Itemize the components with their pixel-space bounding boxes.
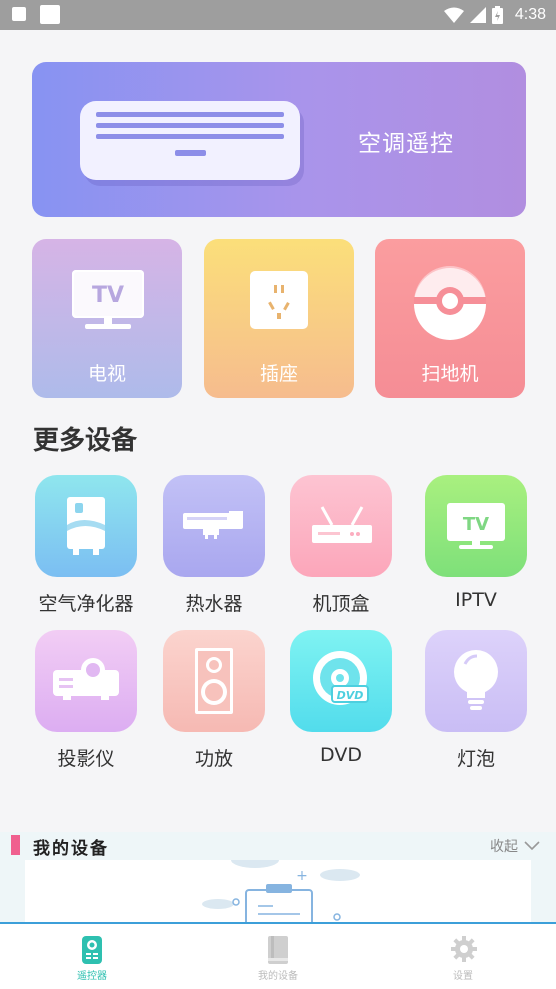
tv-card-label: 电视 bbox=[87, 363, 126, 385]
bottom-tab-bar: 遥控器 我的设备 设置 bbox=[0, 922, 556, 989]
collapse-toggle[interactable]: 收起 bbox=[490, 836, 540, 856]
tab-remote[interactable]: 遥控器 bbox=[32, 924, 152, 989]
my-devices-empty-state: + bbox=[25, 852, 531, 924]
air-conditioner-icon bbox=[80, 101, 300, 180]
device-label: 功放 bbox=[194, 748, 233, 770]
device-iptv[interactable]: TV IPTV bbox=[424, 475, 528, 611]
device-label: 热水器 bbox=[185, 593, 243, 615]
my-devices-section: 我的设备 收起 + bbox=[0, 832, 556, 924]
signal-icon bbox=[469, 7, 486, 23]
book-icon bbox=[268, 936, 288, 964]
device-label: 投影仪 bbox=[57, 748, 115, 770]
water-heater-icon bbox=[183, 511, 243, 539]
status-bar: 4:38 bbox=[0, 0, 556, 30]
svg-text:TV: TV bbox=[463, 514, 489, 535]
battery-icon bbox=[491, 6, 503, 24]
my-devices-title: 我的设备 bbox=[33, 839, 109, 859]
device-label: 空气净化器 bbox=[38, 593, 134, 615]
tv-card[interactable]: TV 电视 bbox=[32, 239, 182, 398]
more-devices-title: 更多设备 bbox=[33, 426, 138, 456]
clipboard-illustration-icon: + bbox=[202, 852, 360, 924]
svg-text:+: + bbox=[296, 868, 308, 884]
device-amplifier[interactable]: 功放 bbox=[162, 630, 266, 771]
device-light-bulb[interactable]: 灯泡 bbox=[424, 630, 528, 771]
device-label: DVD bbox=[320, 744, 362, 766]
dvd-icon: DVD bbox=[313, 651, 369, 705]
device-water-heater[interactable]: 热水器 bbox=[162, 475, 266, 616]
socket-card-label: 插座 bbox=[259, 363, 298, 385]
device-air-purifier[interactable]: 空气净化器 bbox=[34, 475, 138, 616]
remote-icon bbox=[82, 936, 102, 964]
socket-card[interactable]: 插座 bbox=[204, 239, 354, 398]
status-time: 4:38 bbox=[514, 6, 546, 23]
collapse-label: 收起 bbox=[490, 839, 518, 855]
device-set-top-box[interactable]: 机顶盒 bbox=[289, 475, 393, 616]
robot-vacuum-card[interactable]: 扫地机 bbox=[375, 239, 525, 398]
tab-label: 遥控器 bbox=[77, 971, 107, 982]
tab-label: 我的设备 bbox=[258, 971, 298, 982]
device-dvd[interactable]: DVD DVD bbox=[289, 630, 393, 766]
socket-icon bbox=[250, 271, 308, 329]
section-marker bbox=[11, 835, 20, 855]
chevron-down-icon bbox=[524, 841, 540, 851]
tab-my-devices[interactable]: 我的设备 bbox=[218, 924, 338, 989]
iptv-icon: TV bbox=[447, 503, 505, 549]
tab-label: 设置 bbox=[453, 971, 473, 982]
device-label: 机顶盒 bbox=[312, 593, 370, 615]
air-conditioner-banner[interactable]: 空调遥控 bbox=[32, 62, 526, 217]
gear-icon bbox=[451, 936, 477, 962]
tab-settings[interactable]: 设置 bbox=[403, 924, 523, 989]
notification-icon bbox=[12, 7, 26, 21]
air-purifier-icon bbox=[67, 497, 105, 555]
banner-title: 空调遥控 bbox=[358, 131, 454, 157]
svg-text:DVD: DVD bbox=[337, 689, 364, 702]
device-label: IPTV bbox=[455, 589, 497, 611]
svg-text:TV: TV bbox=[92, 283, 124, 308]
device-projector[interactable]: 投影仪 bbox=[34, 630, 138, 771]
device-label: 灯泡 bbox=[456, 748, 495, 770]
amplifier-icon bbox=[195, 648, 233, 714]
light-bulb-icon bbox=[454, 650, 498, 710]
projector-icon bbox=[53, 658, 119, 700]
set-top-box-icon bbox=[312, 506, 372, 543]
tv-icon: TV bbox=[72, 270, 144, 329]
wifi-icon bbox=[443, 7, 464, 23]
robot-vacuum-icon bbox=[414, 266, 486, 340]
notification-icon bbox=[40, 5, 60, 24]
robot-vacuum-card-label: 扫地机 bbox=[421, 363, 479, 385]
